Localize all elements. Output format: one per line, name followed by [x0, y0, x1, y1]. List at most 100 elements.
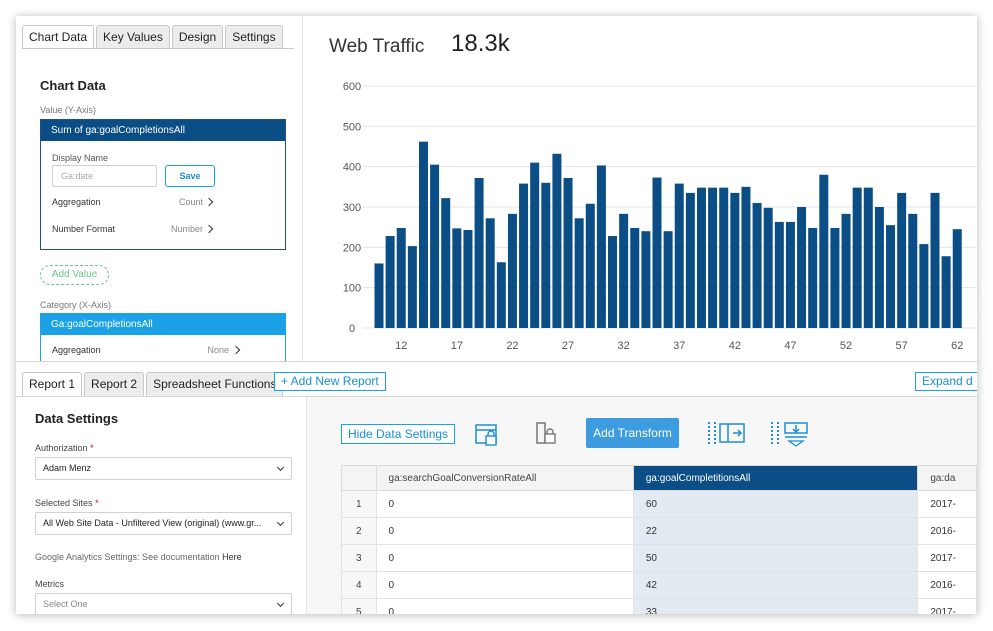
table-cell[interactable]: 0	[375, 544, 634, 572]
selected-sites-select[interactable]: All Web Site Data - Unfiltered View (ori…	[35, 512, 292, 535]
chart-data-title: Chart Data	[40, 78, 106, 93]
chart-bar	[908, 213, 918, 328]
chart-bar	[819, 174, 829, 328]
chart-bar	[696, 187, 706, 328]
chart-bar	[541, 182, 551, 328]
chart-bar	[674, 183, 684, 328]
x-tick-label: 22	[506, 340, 518, 352]
table-cell[interactable]: 0	[375, 598, 634, 614]
table-cell[interactable]: 0	[375, 571, 634, 599]
authorization-select[interactable]: Adam Menz	[35, 457, 292, 480]
documentation-link[interactable]: Here	[222, 552, 242, 562]
table-cell[interactable]: 2017-	[917, 490, 977, 518]
display-name-input[interactable]: Ga:date	[52, 165, 157, 187]
add-new-report-button[interactable]: + Add New Report	[274, 372, 386, 391]
row-index: 2	[341, 517, 377, 545]
app-window: Chart Data Key Values Design Settings Ch…	[16, 16, 977, 614]
table-cell[interactable]: 42	[632, 571, 919, 599]
value-card-header[interactable]: Sum of ga:goalCompletionsAll	[41, 120, 285, 141]
add-value-button[interactable]: Add Value	[40, 265, 109, 285]
chart-bar	[830, 227, 840, 328]
table-cell[interactable]: 2017-	[917, 598, 977, 614]
expand-button[interactable]: Expand d	[915, 372, 977, 391]
lock-columns-icon[interactable]	[474, 422, 500, 448]
category-card: Ga:goalCompletionsAll Aggregation None	[40, 313, 286, 361]
table-cell[interactable]: 2017-	[917, 544, 977, 572]
column-header-selected[interactable]: ga:goalCompletitionsAll	[632, 465, 919, 491]
chevron-down-icon	[276, 518, 285, 527]
hide-data-settings-button[interactable]: Hide Data Settings	[341, 424, 456, 444]
column-header-index	[341, 465, 377, 491]
chart-bar	[552, 153, 562, 328]
table-row: 3 0 50 2017-	[341, 544, 977, 572]
x-tick-label: 27	[562, 340, 574, 352]
chart-bar	[752, 202, 762, 328]
tab-key-values[interactable]: Key Values	[96, 25, 170, 49]
table-cell[interactable]: 0	[375, 517, 634, 545]
table-cell[interactable]: 22	[632, 517, 919, 545]
category-aggregation-value[interactable]: None	[207, 345, 229, 355]
table-cell[interactable]: 50	[632, 544, 919, 572]
chart-bar	[507, 213, 517, 328]
value-axis-label: Value (Y-Axis)	[40, 105, 97, 115]
chart-bar	[530, 162, 540, 328]
x-tick-label: 42	[729, 340, 741, 352]
chart-bar	[863, 187, 873, 328]
tab-settings[interactable]: Settings	[225, 25, 283, 49]
table-cell[interactable]: 2016-	[917, 517, 977, 545]
column-header[interactable]: ga:searchGoalConversionRateAll	[375, 465, 634, 491]
chart-bar	[874, 207, 884, 328]
tab-report-2[interactable]: Report 2	[84, 372, 145, 396]
y-tick-label: 200	[343, 242, 361, 254]
table-cell[interactable]: 33	[632, 598, 919, 614]
chart-bar	[785, 221, 795, 328]
chevron-right-icon[interactable]	[204, 224, 214, 234]
number-format-value[interactable]: Number	[171, 224, 203, 234]
tab-report-1[interactable]: Report 1	[22, 372, 83, 396]
chart-bar	[919, 244, 929, 328]
table-cell[interactable]: 2016-	[917, 571, 977, 599]
chart-bar	[596, 165, 606, 328]
table-row: 2 0 22 2016-	[341, 517, 977, 545]
chart-bar	[485, 218, 495, 328]
chart-settings-panel: Chart Data Key Values Design Settings Ch…	[16, 16, 303, 361]
chart-bar	[496, 262, 506, 328]
chart-bar	[374, 263, 384, 328]
table-cell[interactable]: 0	[375, 490, 634, 518]
add-transform-button[interactable]: Add Transform	[586, 418, 679, 448]
chart-bar	[774, 221, 784, 328]
column-header[interactable]: ga:da	[917, 465, 977, 491]
y-tick-label: 0	[349, 323, 355, 335]
category-card-header[interactable]: Ga:goalCompletionsAll	[41, 314, 285, 335]
chart-bar	[630, 227, 640, 328]
chart-bar	[574, 218, 584, 328]
chart-bar	[886, 225, 896, 328]
report-tabs: Report 1 Report 2 Spreadsheet Functions	[22, 372, 285, 396]
chart-bar	[685, 192, 695, 328]
x-tick-label: 47	[784, 340, 796, 352]
table-row: 4 0 42 2016-	[341, 571, 977, 599]
tab-design[interactable]: Design	[171, 25, 224, 49]
table-cell[interactable]: 60	[632, 490, 919, 518]
aggregation-value[interactable]: Count	[179, 197, 203, 207]
tab-chart-data[interactable]: Chart Data	[22, 25, 95, 49]
insert-row-icon[interactable]	[769, 420, 811, 448]
save-button[interactable]: Save	[165, 165, 215, 187]
chart-bar	[641, 231, 651, 328]
x-tick-label: 37	[673, 340, 685, 352]
chart-bar	[930, 192, 940, 328]
chevron-right-icon[interactable]	[204, 197, 214, 207]
lock-rows-icon[interactable]	[535, 421, 559, 447]
x-tick-label: 62	[951, 340, 963, 352]
insert-column-icon[interactable]	[706, 420, 748, 448]
tab-spreadsheet-functions[interactable]: Spreadsheet Functions	[146, 372, 284, 396]
y-tick-label: 400	[343, 162, 361, 174]
chart-bar	[407, 246, 417, 328]
x-tick-label: 17	[451, 340, 463, 352]
report-area: Report 1 Report 2 Spreadsheet Functions …	[16, 361, 977, 614]
value-card: Sum of ga:goalCompletionsAll Display Nam…	[40, 119, 286, 250]
chart-bar	[463, 229, 473, 328]
metrics-select[interactable]: Select One	[35, 593, 292, 614]
chevron-right-icon[interactable]	[231, 345, 241, 355]
chart-bar	[808, 227, 818, 328]
